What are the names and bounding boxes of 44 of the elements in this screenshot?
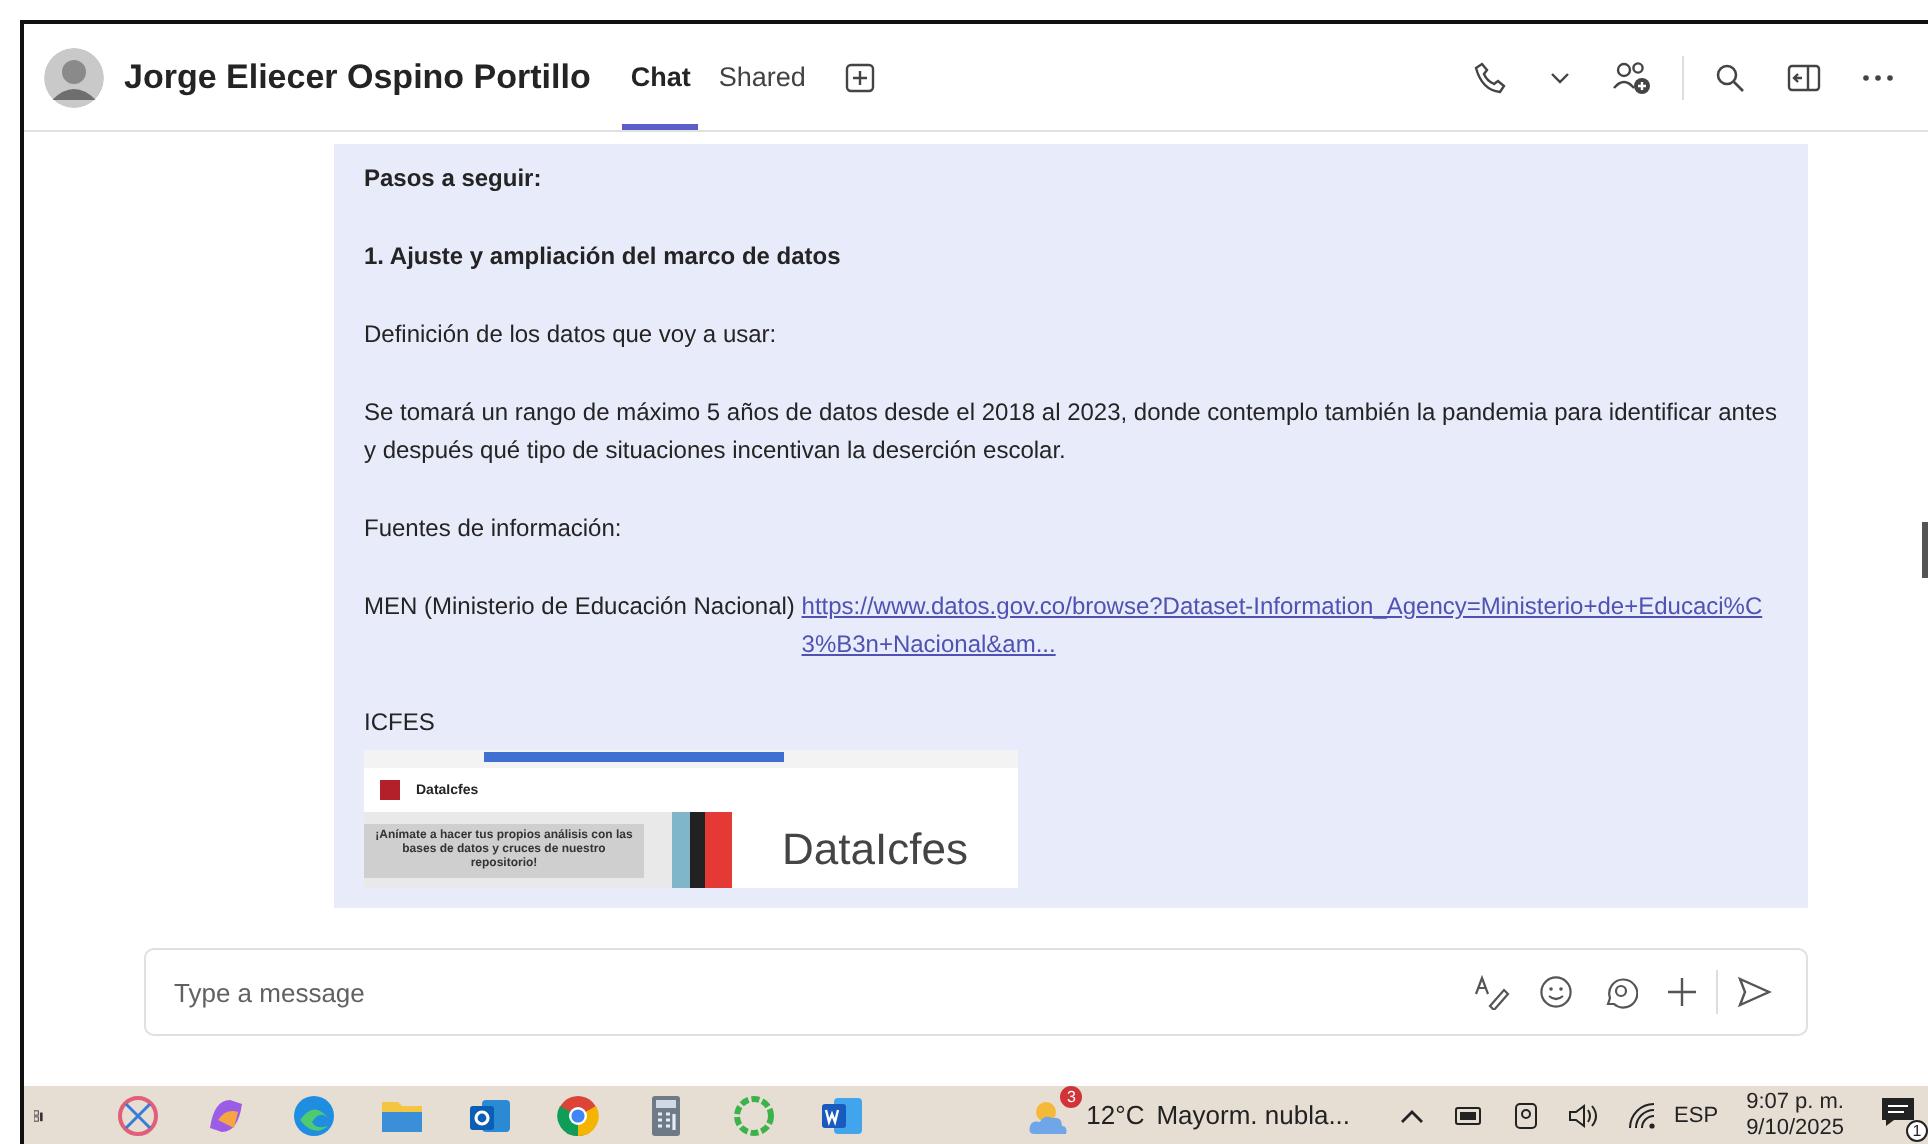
message-heading: 1. Ajuste y ampliación del marco de datos — [364, 240, 843, 274]
site-logo: DataIcfes — [732, 812, 1018, 888]
message-text: Se tomará un rango de máximo 5 años de datos desde el 2018 al 2023, donde contemplo también la pandemia para identificar antes y después qué tipo de situaciones incentivan la deserción escolar. — [364, 396, 1778, 468]
side-panel-icon[interactable] — [1786, 61, 1822, 93]
logo-icon — [380, 780, 400, 800]
speaker-icon[interactable] — [1568, 1101, 1601, 1129]
plus-icon[interactable] — [1666, 976, 1698, 1008]
contact-name: Jorge Eliecer Ospino Portillo — [124, 57, 591, 97]
message-text: Fuentes de información: — [364, 512, 624, 546]
stripes-graphic — [672, 812, 732, 888]
chat-tab[interactable]: Shared — [710, 24, 814, 130]
add-tab-icon[interactable] — [843, 61, 876, 93]
chat-tab[interactable]: Chat — [622, 24, 699, 130]
emoji-icon[interactable] — [1538, 974, 1574, 1010]
search-icon[interactable] — [1714, 61, 1746, 93]
temperature: 12°C — [1086, 1100, 1145, 1130]
chevron-up-icon[interactable] — [1400, 1105, 1425, 1125]
message-field[interactable]: Type a message — [144, 948, 1808, 1036]
message-input[interactable]: Type a message — [170, 975, 1456, 1009]
language-indicator[interactable]: ESP — [1674, 1103, 1719, 1127]
battery-icon[interactable] — [1452, 1103, 1485, 1127]
add-people-icon[interactable] — [1612, 59, 1652, 95]
alert-count-badge: 3 — [1060, 1085, 1083, 1107]
clock-date[interactable]: 9/10/2025 — [1746, 1115, 1844, 1141]
weather-condition: Mayorm. nubla... — [1156, 1100, 1351, 1130]
message-text: ICFES — [364, 706, 437, 740]
phone-icon[interactable] — [1472, 59, 1508, 95]
message-heading: Pasos a seguir: — [364, 162, 544, 196]
edge-browser-icon[interactable] — [290, 1091, 339, 1139]
message-text: MEN (Ministerio de Educación Nacional) — [364, 590, 797, 624]
clock-time[interactable]: 9:07 p. m. — [1746, 1089, 1844, 1115]
format-text-icon[interactable] — [1474, 974, 1510, 1010]
more-options-icon[interactable] — [1862, 71, 1894, 83]
camera-icon[interactable] — [1512, 1101, 1541, 1129]
send-icon[interactable] — [1736, 976, 1772, 1008]
scrollbar-thumb[interactable] — [1922, 522, 1928, 578]
snipping-tool-icon[interactable] — [114, 1091, 163, 1139]
message-text: Definición de los datos que voy a usar: — [364, 318, 779, 352]
chrome-browser-icon[interactable] — [554, 1091, 603, 1139]
notification-count: 1 — [1906, 1119, 1928, 1141]
avatar-icon[interactable] — [44, 47, 104, 107]
wifi-icon[interactable] — [1628, 1101, 1657, 1129]
notifications-icon[interactable] — [1880, 1093, 1916, 1129]
url-link[interactable]: https://www.datos.gov.co/browse?Dataset-Information_Agency=Ministerio+de+Educaci%C3%B3n+Nacional&am... — [801, 588, 1778, 664]
